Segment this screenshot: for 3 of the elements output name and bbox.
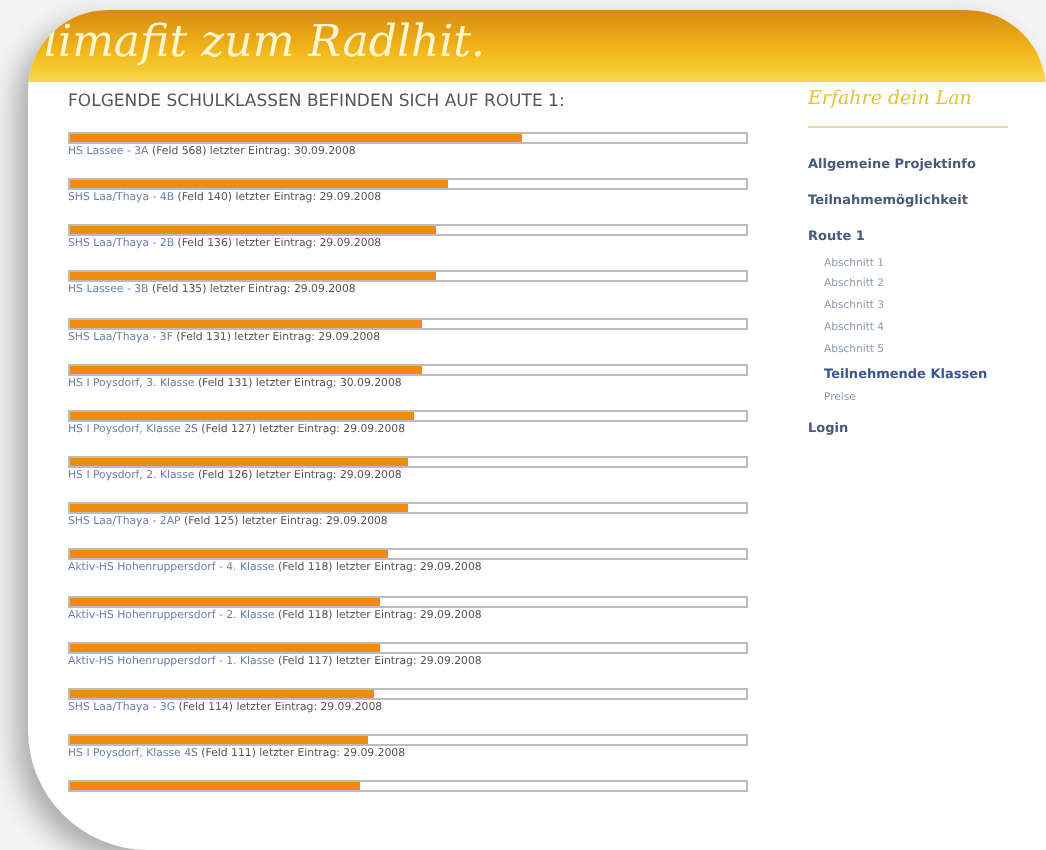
site-title: limafit zum Radlhit. — [44, 18, 486, 68]
sidebar-title: Erfahre dein Lan — [808, 86, 1008, 129]
page-heading: FOLGENDE SCHULKLASSEN BEFINDEN SICH AUF ROUTE 1: — [68, 90, 567, 116]
